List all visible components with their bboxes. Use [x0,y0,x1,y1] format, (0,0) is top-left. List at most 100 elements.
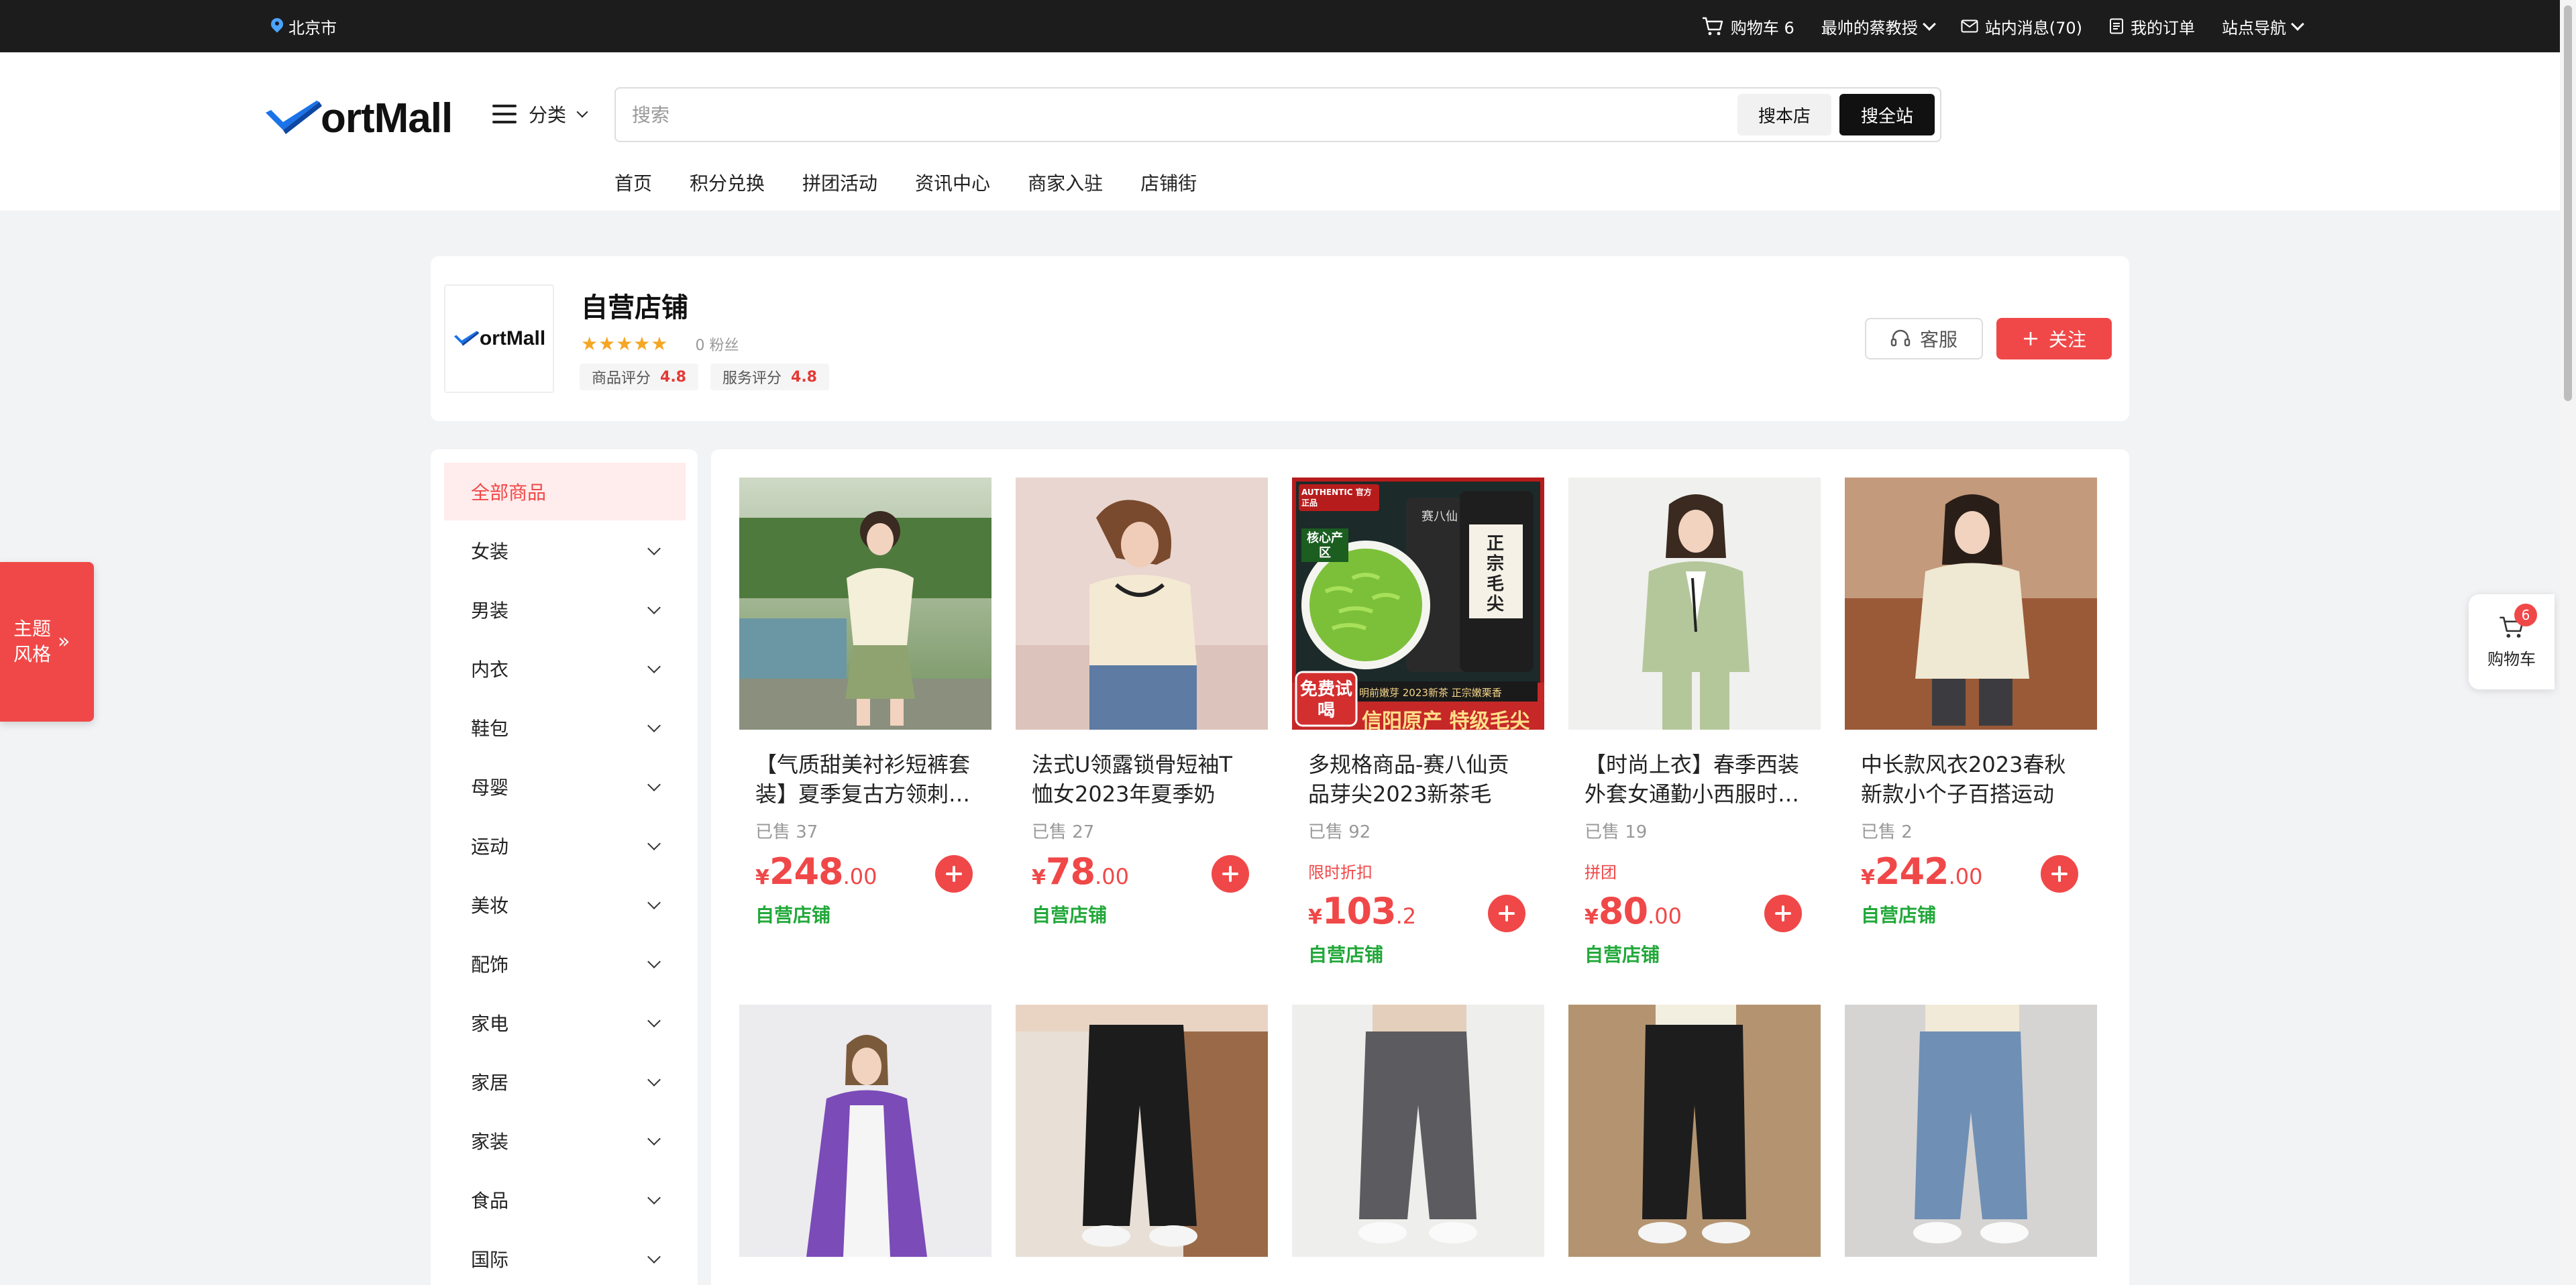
sidebar-item-label: 食品 [471,1190,509,1212]
sidebar-item-women[interactable]: 女装 [444,522,686,579]
add-to-cart-button[interactable] [1764,895,1802,932]
theme-style-button[interactable]: 主题 风格 » [0,562,94,722]
location-selector[interactable]: 北京市 [271,0,337,52]
product-image[interactable] [1845,478,2097,730]
nav-store-street[interactable]: 店铺街 [1140,169,1197,196]
product-title[interactable]: 【时尚上衣】春季西装外套女通勤小西服时… [1568,750,1821,809]
product-title[interactable]: 法式U领露锁骨短袖T恤女2023年夏季奶系… [1016,750,1268,809]
product-shop[interactable]: 自营店铺 [739,901,991,928]
product-card[interactable]: AUTHENTIC 官方正品 核心产区 赛八仙 正宗毛尖 明前嫩芽 2023新茶… [1292,478,1544,967]
orders-link[interactable]: 我的订单 [2109,15,2195,38]
sidebar-item-appliances[interactable]: 家电 [444,994,686,1052]
nav-merchant-join[interactable]: 商家入驻 [1028,169,1103,196]
search-input[interactable] [616,89,1729,141]
top-bar-links: 购物车 6 最帅的蔡教授 站内消息(70) 我的订单 站点导航 [1701,0,2304,52]
scrollbar-thumb[interactable] [2564,5,2572,401]
sidebar-item-all[interactable]: 全部商品 [444,463,686,520]
sidebar-item-accessories[interactable]: 配饰 [444,935,686,993]
add-to-cart-button[interactable] [935,855,973,893]
sidebar-item-home[interactable]: 家居 [444,1053,686,1111]
page-scrollbar[interactable] [2560,0,2576,1285]
sidebar-item-baby[interactable]: 母婴 [444,758,686,816]
product-shop[interactable]: 自营店铺 [1292,940,1544,967]
tea-brand-text: 赛八仙 [1421,510,1458,524]
tea-core-text: 核心产区 [1307,531,1343,560]
sidebar-item-sports[interactable]: 运动 [444,817,686,875]
product-image[interactable] [739,478,991,730]
sidebar-item-underwear[interactable]: 内衣 [444,640,686,697]
add-to-cart-button[interactable] [1488,895,1525,932]
product-image[interactable] [1016,478,1268,730]
nav-news[interactable]: 资讯中心 [915,169,990,196]
follow-label: 关注 [2048,329,2086,351]
messages-link[interactable]: 站内消息(70) [1961,15,2082,38]
sidebar-item-label: 家电 [471,1013,509,1035]
product-score-value: 4.8 [660,368,686,386]
search-shop-button[interactable]: 搜本店 [1737,94,1831,135]
follow-button[interactable]: 关注 [1996,318,2112,359]
black-pants-photo-icon[interactable] [1016,1005,1268,1257]
product-card[interactable] [1016,1005,1268,1260]
category-label: 分类 [529,104,567,126]
purple-coat-photo-icon[interactable] [739,1005,991,1257]
product-price-row: ¥242.00 [1845,850,2097,893]
product-card[interactable]: 法式U领露锁骨短袖T恤女2023年夏季奶系… 已售 27 ¥78.00 自营店铺 [1016,478,1268,928]
product-shop[interactable]: 自营店铺 [1845,901,2097,928]
top-cart-link[interactable]: 购物车 6 [1701,15,1794,38]
product-card[interactable] [1568,1005,1821,1260]
sidebar-item-food[interactable]: 食品 [444,1171,686,1229]
product-card[interactable] [739,1005,991,1260]
category-menu-button[interactable]: 分类 [492,101,588,127]
chevron-down-icon [647,719,661,732]
product-card[interactable]: 【时尚上衣】春季西装外套女通勤小西服时… 已售 19 拼团 ¥80.00 自营店… [1568,478,1821,967]
search-all-button[interactable]: 搜全站 [1839,94,1935,135]
product-image[interactable] [1568,478,1821,730]
floating-cart-button[interactable]: 购物车 6 [2469,594,2555,689]
search-box: 搜本店 搜全站 [614,87,1941,142]
chevron-down-icon [647,1014,661,1027]
tea-badge-text: AUTHENTIC 官方正品 [1301,488,1372,508]
orders-label: 我的订单 [2131,18,2195,38]
site-nav-menu[interactable]: 站点导航 [2222,15,2304,38]
product-price: ¥78.00 [1032,850,1129,893]
product-title[interactable]: 中长款风衣2023春秋新款小个子百搭运动休… [1845,750,2097,809]
add-to-cart-button[interactable] [1212,855,1249,893]
product-image[interactable]: AUTHENTIC 官方正品 核心产区 赛八仙 正宗毛尖 明前嫩芽 2023新茶… [1292,478,1544,730]
site-logo[interactable]: ortMall [263,91,453,145]
promo-tag: 限时折扣 [1308,863,1373,882]
black-trousers-photo-icon[interactable] [1568,1005,1821,1257]
jeans-photo-icon[interactable] [1845,1005,2097,1257]
product-card[interactable] [1845,1005,2097,1260]
product-shop[interactable]: 自营店铺 [1016,901,1268,928]
sidebar-item-label: 鞋包 [471,718,509,740]
product-shop[interactable]: 自营店铺 [1568,940,1821,967]
product-card[interactable] [1292,1005,1544,1260]
messages-label: 站内消息(70) [1984,18,2082,38]
product-price-row: ¥248.00 [739,850,991,893]
location-text: 北京市 [288,18,337,38]
chevron-down-icon [647,660,661,673]
theme-label-line2: 风格 [13,643,52,665]
product-card[interactable]: 中长款风衣2023春秋新款小个子百搭运动休… 已售 2 ¥242.00 自营店铺 [1845,478,2097,928]
nav-home[interactable]: 首页 [614,169,652,196]
nav-points-exchange[interactable]: 积分兑换 [690,169,765,196]
user-menu[interactable]: 最帅的蔡教授 [1821,15,1936,38]
product-sold: 已售 19 [1585,822,1648,842]
sidebar-item-label: 男装 [471,600,509,622]
promo-tag: 拼团 [1585,863,1617,882]
sidebar-item-men[interactable]: 男装 [444,581,686,638]
sidebar-item-shoes-bags[interactable]: 鞋包 [444,699,686,757]
sidebar-item-international[interactable]: 国际 [444,1230,686,1285]
product-card[interactable]: 【气质甜美衬衫短裤套装】夏季复古方领刺… 已售 37 ¥248.00 自营店铺 [739,478,991,928]
top-cart-label: 购物车 6 [1730,18,1794,38]
gray-pants-photo-icon[interactable] [1292,1005,1544,1257]
customer-service-button[interactable]: 客服 [1865,318,1983,359]
product-score: 商品评分 4.8 [580,364,698,390]
product-title[interactable]: 多规格商品-赛八仙贡品芽尖2023新茶毛尖… [1292,750,1544,809]
sidebar-item-decoration[interactable]: 家装 [444,1112,686,1170]
add-to-cart-button[interactable] [2041,855,2078,893]
product-title[interactable]: 【气质甜美衬衫短裤套装】夏季复古方领刺… [739,750,991,809]
sidebar-item-beauty[interactable]: 美妆 [444,876,686,934]
order-list-icon [2110,18,2123,34]
nav-group-buy[interactable]: 拼团活动 [802,169,877,196]
